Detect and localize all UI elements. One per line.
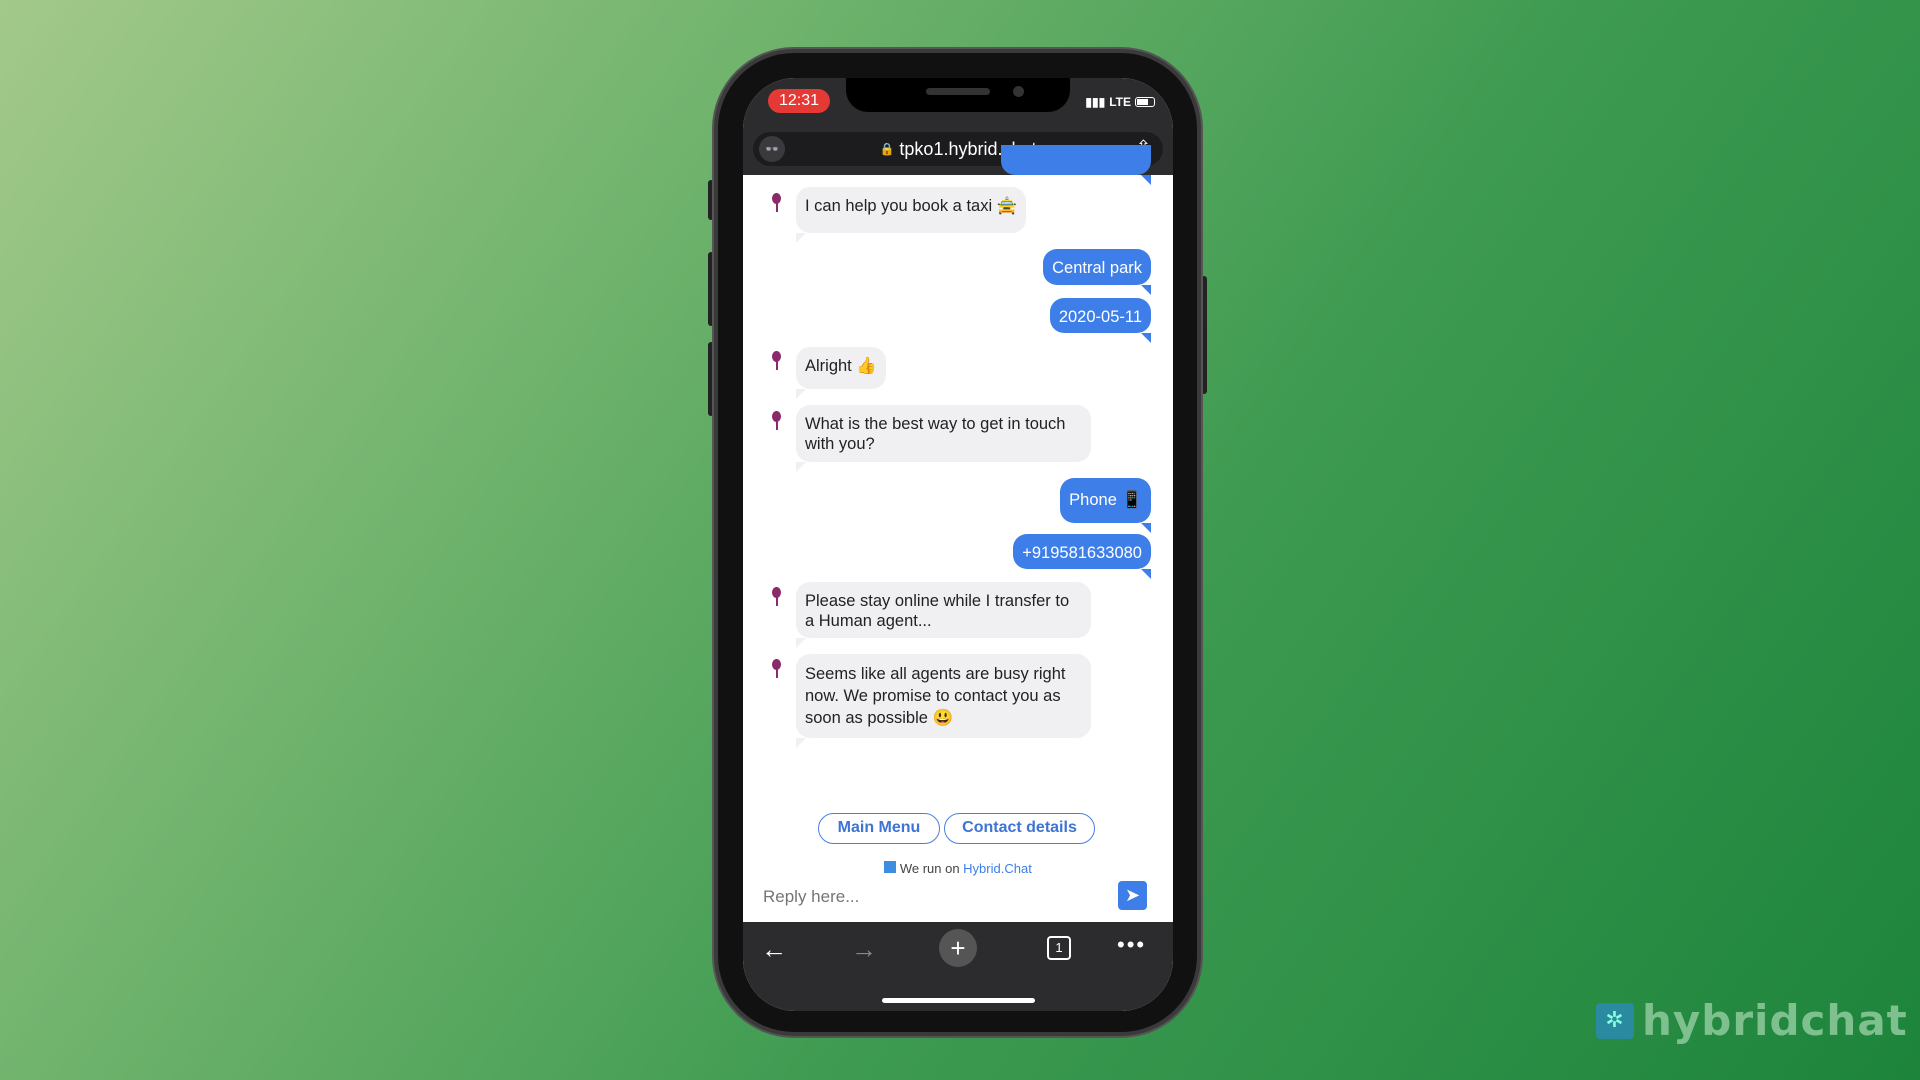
- previous-message: [1001, 145, 1151, 185]
- bot-avatar-icon: [771, 191, 781, 213]
- user-message: 2020-05-11: [1049, 298, 1152, 343]
- bot-avatar-icon: [771, 409, 781, 431]
- user-message: Central park: [1043, 249, 1151, 295]
- hybridchat-logo-icon: ✲: [1596, 1002, 1634, 1039]
- lock-icon: 🔒: [879, 142, 895, 156]
- new-tab-icon[interactable]: +: [939, 929, 977, 967]
- incognito-icon[interactable]: 👓: [759, 136, 785, 162]
- bot-message: Please stay online while I transfer to a…: [796, 582, 1091, 648]
- battery-icon: [1135, 97, 1155, 107]
- speaker: [926, 88, 990, 95]
- chat-area: I can help you book a taxi 🚖 Central par…: [743, 145, 1173, 922]
- reply-input[interactable]: [763, 887, 1093, 907]
- back-icon[interactable]: ←: [761, 934, 787, 965]
- hybridchat-watermark: ✲ hybridchat: [1596, 996, 1908, 1045]
- send-button[interactable]: ➤: [1118, 881, 1147, 910]
- bot-avatar-icon: [771, 349, 781, 371]
- forward-icon[interactable]: →: [851, 934, 877, 965]
- power-button: [1201, 276, 1207, 394]
- bot-avatar-icon: [771, 657, 781, 679]
- hybrid-chat-link[interactable]: Hybrid.Chat: [963, 861, 1032, 876]
- more-icon[interactable]: •••: [1117, 932, 1146, 958]
- watermark-text: hybridchat: [1642, 996, 1908, 1045]
- network-label: LTE: [1109, 95, 1131, 109]
- tabs-button[interactable]: 1: [1047, 936, 1071, 960]
- user-message: Phone 📱: [1060, 478, 1151, 533]
- status-icons: ▮▮▮ LTE: [1085, 95, 1155, 109]
- send-icon: ➤: [1124, 885, 1141, 905]
- notch: [846, 78, 1070, 112]
- bot-message: Alright 👍: [796, 347, 886, 399]
- user-message: +919581633080: [1013, 534, 1151, 579]
- browser-toolbar: ← → + 1 •••: [743, 922, 1173, 1011]
- status-time: 12:31: [768, 89, 830, 113]
- signal-icon: ▮▮▮: [1085, 95, 1106, 109]
- contact-details-button[interactable]: Contact details: [944, 813, 1095, 844]
- powered-by: We run on Hybrid.Chat: [743, 861, 1173, 876]
- bot-message: I can help you book a taxi 🚖: [796, 187, 1027, 243]
- home-indicator: [882, 998, 1035, 1003]
- bot-avatar-icon: [771, 585, 781, 607]
- camera: [1013, 86, 1024, 97]
- phone-screen: 12:31 ▮▮▮ LTE 👓 🔒 tpko1.hybrid.chat ⇪ I …: [743, 78, 1173, 1011]
- bot-message: Seems like all agents are busy right now…: [796, 654, 1091, 748]
- bot-message: What is the best way to get in touch wit…: [796, 405, 1091, 472]
- powered-prefix: We run on: [899, 861, 964, 876]
- hybridchat-logo-icon: [884, 861, 897, 873]
- main-menu-button[interactable]: Main Menu: [818, 813, 940, 844]
